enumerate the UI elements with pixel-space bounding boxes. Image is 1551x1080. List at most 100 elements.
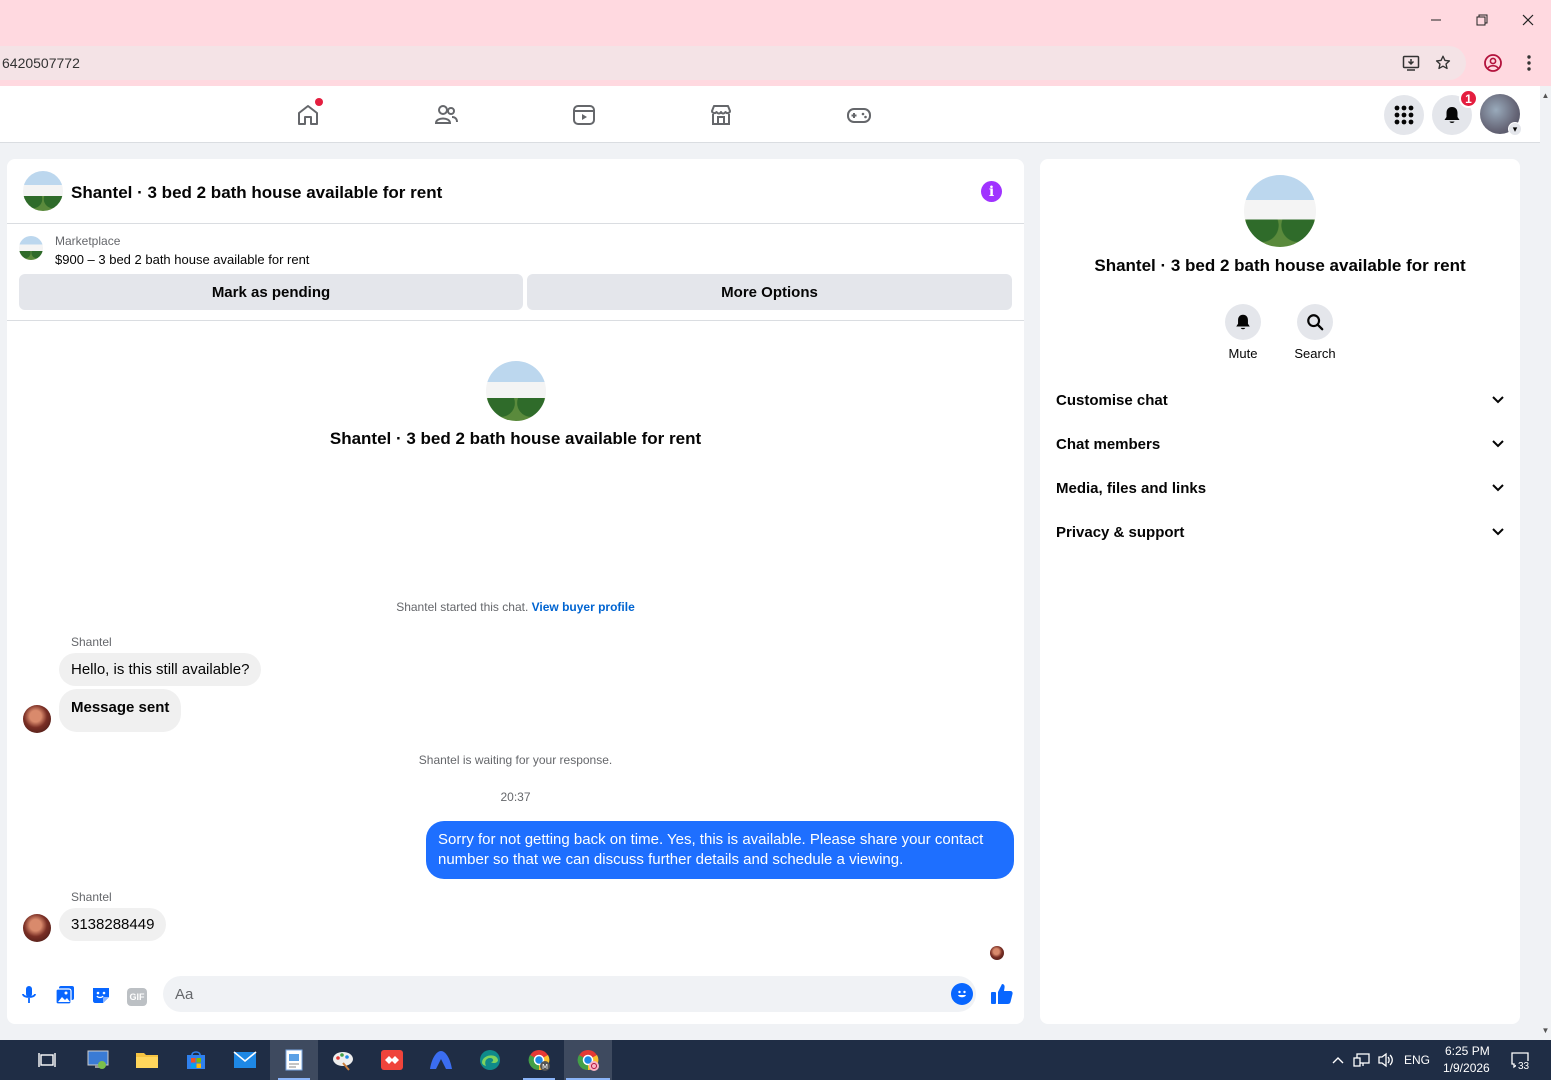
home-icon[interactable] xyxy=(291,98,325,132)
facebook-nav-bar: 1 ▾ xyxy=(0,86,1540,143)
windows-taskbar: M ENG 6:25 PM 1/9/2026 33 xyxy=(0,1040,1551,1080)
minimize-button[interactable] xyxy=(1419,6,1453,34)
thumbs-up-icon[interactable] xyxy=(989,981,1015,1007)
language-indicator[interactable]: ENG xyxy=(1404,1053,1430,1067)
file-explorer-icon[interactable] xyxy=(133,1046,161,1074)
conversation-avatar xyxy=(486,361,546,421)
microphone-icon[interactable] xyxy=(17,983,41,1007)
notification-count-badge: 33 xyxy=(1516,1061,1532,1072)
grid-menu-icon xyxy=(1394,105,1414,125)
volume-icon[interactable] xyxy=(1372,1046,1400,1074)
emoji-icon[interactable] xyxy=(951,983,973,1005)
task-view-icon[interactable] xyxy=(33,1046,61,1074)
marketplace-icon[interactable] xyxy=(704,98,738,132)
search-icon xyxy=(1297,304,1333,340)
menu-button[interactable] xyxy=(1384,95,1424,135)
clock-time[interactable]: 6:25 PM xyxy=(1445,1044,1490,1058)
anydesk-icon[interactable] xyxy=(378,1046,406,1074)
chat-avatar[interactable] xyxy=(23,171,63,211)
search-button[interactable]: Search xyxy=(1285,304,1345,361)
message-input[interactable] xyxy=(163,976,976,1012)
sticker-icon[interactable] xyxy=(89,983,113,1007)
chrome-profile-m-icon[interactable]: M xyxy=(525,1046,553,1074)
chevron-down-icon: ▾ xyxy=(1508,122,1522,136)
chat-info-panel: Shantel · 3 bed 2 bath house available f… xyxy=(1040,159,1520,1024)
scrollbar-down-arrow[interactable]: ▼ xyxy=(1540,1025,1551,1036)
section-label: Chat members xyxy=(1056,435,1161,453)
gif-label: GIF xyxy=(127,987,147,1006)
listing-thumbnail[interactable] xyxy=(19,236,43,260)
notification-badge: 1 xyxy=(1459,89,1478,108)
mute-button[interactable]: Mute xyxy=(1213,304,1273,361)
url-text: 6420507772 xyxy=(2,55,80,71)
chrome-active-icon[interactable] xyxy=(574,1046,602,1074)
incoming-message[interactable]: Message sent xyxy=(59,689,182,732)
vpn-app-icon[interactable] xyxy=(427,1046,455,1074)
marketplace-label: Marketplace xyxy=(55,234,121,248)
info-panel-title: Shantel · 3 bed 2 bath house available f… xyxy=(1094,256,1466,275)
bookmark-star-icon[interactable] xyxy=(1432,52,1454,74)
paint-app-icon[interactable] xyxy=(329,1046,357,1074)
listing-price-title[interactable]: $900 – 3 bed 2 bath house available for … xyxy=(55,252,309,267)
chat-header: Shantel · 3 bed 2 bath house available f… xyxy=(7,159,1024,224)
computer-app-icon[interactable] xyxy=(84,1046,112,1074)
media-files-links-section[interactable]: Media, files and links xyxy=(1056,468,1508,508)
privacy-support-section[interactable]: Privacy & support xyxy=(1056,512,1508,552)
view-buyer-profile-link[interactable]: View buyer profile xyxy=(532,600,635,614)
outgoing-message[interactable]: Sorry for not getting back on time. Yes,… xyxy=(426,821,1014,879)
chevron-down-icon xyxy=(1488,390,1508,410)
chat-members-section[interactable]: Chat members xyxy=(1056,424,1508,464)
more-options-button[interactable]: More Options xyxy=(527,274,1012,310)
chevron-down-icon xyxy=(1488,522,1508,542)
document-app-icon[interactable] xyxy=(280,1046,308,1074)
restore-button[interactable] xyxy=(1465,6,1499,34)
install-app-icon[interactable] xyxy=(1400,52,1422,74)
section-label: Privacy & support xyxy=(1056,523,1185,541)
chevron-down-icon xyxy=(1488,434,1508,454)
marketplace-listing-bar: Marketplace $900 – 3 bed 2 bath house av… xyxy=(7,224,1024,321)
browser-menu-icon[interactable] xyxy=(1516,50,1542,76)
sender-avatar[interactable] xyxy=(23,705,51,733)
chat-title[interactable]: Shantel · 3 bed 2 bath house available f… xyxy=(71,183,442,203)
friends-icon[interactable] xyxy=(429,98,463,132)
mail-icon[interactable] xyxy=(231,1046,259,1074)
bell-icon xyxy=(1225,304,1261,340)
edge-browser-icon[interactable] xyxy=(476,1046,504,1074)
address-bar[interactable]: 6420507772 xyxy=(0,46,1466,80)
info-icon[interactable]: i xyxy=(981,181,1002,202)
message-timestamp: 20:37 xyxy=(500,790,531,804)
browser-toolbar: 6420507772 xyxy=(0,40,1551,86)
chat-started-notice: Shantel started this chat. View buyer pr… xyxy=(7,600,1024,614)
photo-icon[interactable] xyxy=(53,983,77,1007)
svg-text:M: M xyxy=(542,1063,548,1071)
chevron-down-icon xyxy=(1488,478,1508,498)
section-label: Media, files and links xyxy=(1056,479,1207,497)
chat-panel: Shantel · 3 bed 2 bath house available f… xyxy=(7,159,1024,1024)
incoming-message[interactable]: 3138288449 xyxy=(59,908,167,941)
close-button[interactable] xyxy=(1511,6,1545,34)
search-label: Search xyxy=(1294,346,1336,361)
mark-as-pending-button[interactable]: Mark as pending xyxy=(19,274,523,310)
account-avatar[interactable]: ▾ xyxy=(1480,94,1522,136)
incoming-message[interactable]: Hello, is this still available? xyxy=(59,653,262,686)
gif-icon[interactable]: GIF xyxy=(125,983,149,1007)
sender-name: Shantel xyxy=(71,890,112,904)
restore-icon xyxy=(1476,14,1488,26)
seen-indicator-avatar xyxy=(990,946,1004,960)
gaming-icon[interactable] xyxy=(842,98,876,132)
microsoft-store-icon[interactable] xyxy=(182,1046,210,1074)
section-label: Customise chat xyxy=(1056,391,1168,409)
close-icon xyxy=(1522,14,1534,26)
waiting-notice: Shantel is waiting for your response. xyxy=(418,753,613,767)
chat-started-text: Shantel started this chat. xyxy=(396,600,529,614)
sender-name: Shantel xyxy=(71,635,112,649)
video-icon[interactable] xyxy=(567,98,601,132)
notifications-button[interactable]: 1 xyxy=(1432,89,1478,135)
profile-icon[interactable] xyxy=(1480,50,1506,76)
info-panel-avatar[interactable] xyxy=(1244,175,1316,247)
home-notification-dot xyxy=(315,98,323,106)
clock-date[interactable]: 1/9/2026 xyxy=(1443,1061,1490,1075)
customise-chat-section[interactable]: Customise chat xyxy=(1056,380,1508,420)
sender-avatar[interactable] xyxy=(23,914,51,942)
scrollbar-up-arrow[interactable]: ▲ xyxy=(1540,90,1551,101)
